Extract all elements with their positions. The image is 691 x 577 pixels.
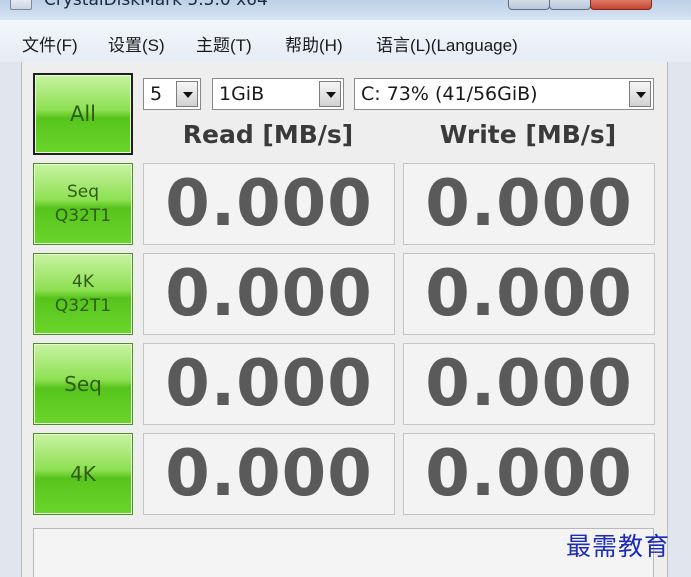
read-result-4k-q32t1: 0.000 [143,253,395,335]
test-label-line2: Q32T1 [54,206,112,226]
window-border-right [667,62,691,577]
run-all-button[interactable]: All [33,73,133,155]
menu-bar: 文件(F) 设置(S) 主题(T) 帮助(H) 语言(L)(Language) [0,20,691,63]
test-seq-button[interactable]: Seq [33,343,133,425]
title-bar[interactable]: CrystalDiskMark 5.5.0 x64 [0,0,691,20]
test-size-value: 1GiB [219,83,265,105]
run-all-label: All [69,102,97,126]
write-result-4k-q32t1: 0.000 [403,253,655,335]
chevron-down-icon[interactable] [176,81,198,107]
drive-value: C: 73% (41/56GiB) [361,83,538,105]
drive-select[interactable]: C: 73% (41/56GiB) [354,78,654,110]
test-size-select[interactable]: 1GiB [212,78,344,110]
test-label-line1: 4K [72,272,94,292]
test-seq-q32t1-button[interactable]: Seq Q32T1 [33,163,133,245]
test-count-select[interactable]: 5 [143,78,201,110]
write-column-header: Write [MB/s] [439,120,617,149]
read-column-header: Read [MB/s] [182,120,354,149]
read-result-4k: 0.000 [143,433,395,515]
crystaldiskmark-window: CrystalDiskMark 5.5.0 x64 文件(F) 设置(S) 主题… [0,0,691,577]
maximize-button[interactable] [549,0,591,10]
test-label-line1: 4K [70,462,96,486]
watermark-text: 最需教育 [566,532,671,561]
window-title: CrystalDiskMark 5.5.0 x64 [44,0,268,10]
close-button[interactable] [590,0,652,10]
test-count-value: 5 [150,83,163,105]
menu-settings[interactable]: 设置(S) [108,31,165,56]
test-label-line1: Seq [66,182,100,202]
menu-help[interactable]: 帮助(H) [285,31,343,56]
read-result-seq: 0.000 [143,343,395,425]
test-label-line2: Q32T1 [54,296,112,316]
menu-language[interactable]: 语言(L)(Language) [376,31,518,56]
chevron-down-icon[interactable] [319,81,341,107]
window-border-left [0,62,21,577]
test-label-line1: Seq [64,372,102,396]
minimize-button[interactable] [508,0,550,10]
write-result-seq: 0.000 [403,343,655,425]
menu-file[interactable]: 文件(F) [22,31,78,56]
write-result-4k: 0.000 [403,433,655,515]
write-result-seq-q32t1: 0.000 [403,163,655,245]
test-4k-button[interactable]: 4K [33,433,133,515]
comment-input[interactable] [33,528,654,577]
menu-theme[interactable]: 主题(T) [196,31,252,56]
app-icon [10,0,32,10]
test-4k-q32t1-button[interactable]: 4K Q32T1 [33,253,133,335]
read-result-seq-q32t1: 0.000 [143,163,395,245]
chevron-down-icon[interactable] [629,81,651,107]
